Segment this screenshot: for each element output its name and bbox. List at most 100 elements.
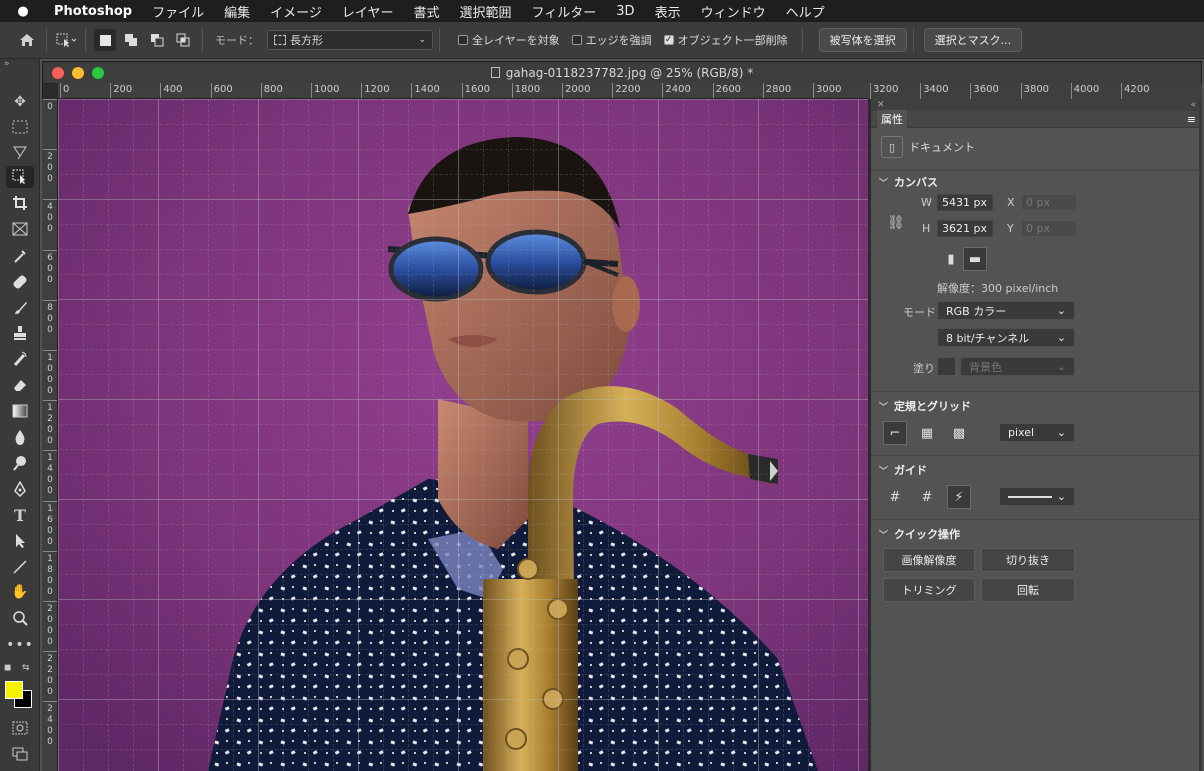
add-selection-button[interactable]: [120, 29, 142, 51]
blur-tool-icon[interactable]: [6, 426, 34, 448]
eraser-tool-icon[interactable]: [6, 374, 34, 396]
crop-button[interactable]: 切り抜き: [981, 548, 1075, 572]
object-selection-tool-icon[interactable]: [53, 28, 79, 52]
menu-edit[interactable]: 編集: [214, 2, 260, 21]
menu-view[interactable]: 表示: [645, 2, 691, 21]
guides-icon[interactable]: #: [883, 485, 907, 509]
smart-guides-icon[interactable]: ⚡: [947, 485, 971, 509]
quick-mask-icon[interactable]: [6, 717, 34, 739]
collapse-icon[interactable]: »: [4, 59, 10, 69]
link-icon[interactable]: ⛓: [887, 215, 905, 231]
menu-window[interactable]: ウィンドウ: [691, 2, 776, 21]
height-input[interactable]: 3621 px: [937, 220, 993, 237]
x-input[interactable]: 0 px: [1021, 194, 1077, 211]
menu-file[interactable]: ファイル: [142, 2, 214, 21]
menu-image[interactable]: イメージ: [260, 2, 332, 21]
zoom-tool-icon[interactable]: [6, 607, 34, 629]
select-subject-button[interactable]: 被写体を選択: [818, 28, 907, 52]
subtract-selection-button[interactable]: [146, 29, 168, 51]
ruler-tick: 1800: [511, 83, 540, 98]
lasso-tool-icon[interactable]: [6, 141, 34, 163]
eyedropper-tool-icon[interactable]: [6, 245, 34, 267]
type-tool-icon[interactable]: T: [6, 504, 34, 526]
ruler-toggle-icon[interactable]: ⌐: [883, 421, 907, 445]
mode-select[interactable]: 長方形 ⌄: [267, 30, 433, 50]
panel-scrollbar[interactable]: [1199, 99, 1202, 771]
image-size-button[interactable]: 画像解像度: [883, 548, 975, 572]
trim-button[interactable]: トリミング: [883, 578, 975, 602]
menu-type[interactable]: 書式: [404, 2, 450, 21]
menu-layer[interactable]: レイヤー: [332, 2, 404, 21]
default-colors-icon[interactable]: ◼: [4, 663, 11, 673]
ruler-tick: 2000: [562, 83, 590, 98]
gradient-tool-icon[interactable]: [6, 400, 34, 422]
new-selection-button[interactable]: [94, 29, 116, 51]
crop-tool-icon[interactable]: [6, 192, 34, 214]
section-canvas[interactable]: ﹀ カンバス: [871, 171, 1202, 193]
y-input[interactable]: 0 px: [1021, 220, 1077, 237]
hand-tool-icon[interactable]: ✋: [6, 581, 34, 603]
checkbox-box: [458, 35, 468, 45]
path-selection-tool-icon[interactable]: [6, 530, 34, 552]
color-mode-select[interactable]: RGB カラー ⌄: [937, 301, 1075, 320]
mode-label: モード: [903, 306, 936, 319]
chevron-down-icon: ⌄: [1056, 360, 1066, 373]
lock-guides-icon[interactable]: #: [915, 485, 939, 509]
object-selection-tool-icon[interactable]: [6, 166, 34, 188]
guide-style-select[interactable]: ⌄: [999, 487, 1075, 506]
section-quick-actions[interactable]: ﹀ クイック操作: [871, 523, 1202, 545]
landscape-orientation-icon[interactable]: ▬: [963, 247, 987, 271]
screen-mode-icon[interactable]: [6, 743, 34, 765]
rotate-button[interactable]: 回転: [981, 578, 1075, 602]
menu-select[interactable]: 選択範囲: [450, 2, 522, 21]
divider: [801, 28, 803, 52]
frame-tool-icon[interactable]: [6, 218, 34, 240]
vertical-ruler[interactable]: 0 200 400 600 800 1000 1200 1400 1600 1800 2000 220…: [42, 99, 58, 771]
menu-help[interactable]: ヘルプ: [776, 2, 835, 21]
more-tools-icon[interactable]: •••: [6, 634, 34, 656]
history-brush-tool-icon[interactable]: [6, 348, 34, 370]
select-and-mask-button[interactable]: 選択とマスク...: [923, 28, 1023, 52]
menu-filter[interactable]: フィルター: [522, 2, 607, 21]
transparency-grid-icon[interactable]: ▩: [947, 421, 971, 445]
menu-3d[interactable]: 3D: [606, 4, 644, 19]
collapse-panel-icon[interactable]: «: [1190, 100, 1196, 110]
section-guides[interactable]: ﹀ ガイド: [871, 459, 1202, 481]
marquee-tool-icon[interactable]: [6, 116, 34, 138]
brush-tool-icon[interactable]: [6, 297, 34, 319]
sample-all-layers-checkbox[interactable]: 全レイヤーを対象: [458, 32, 560, 48]
ruler-tick: 0: [43, 99, 57, 113]
home-icon[interactable]: [14, 28, 40, 52]
section-rulers-grid[interactable]: ﹀ 定規とグリッド: [871, 395, 1202, 417]
bit-depth-select[interactable]: 8 bit/チャンネル ⌄: [937, 328, 1075, 347]
horizontal-ruler[interactable]: 0 200 400 600 800 1000 1200 1400 1600 1800 2000 220…: [58, 83, 868, 99]
fill-swatch[interactable]: [937, 357, 956, 376]
portrait-orientation-icon[interactable]: ▮: [939, 247, 963, 271]
apple-icon[interactable]: ●: [0, 4, 46, 19]
foreground-color-swatch[interactable]: [5, 681, 23, 699]
tab-properties[interactable]: 属性: [877, 110, 907, 128]
dodge-tool-icon[interactable]: [6, 452, 34, 474]
section-quick-actions-label: クイック操作: [894, 528, 961, 541]
object-subtract-checkbox[interactable]: ✓ オブジェクト一部削除: [663, 32, 788, 48]
healing-brush-tool-icon[interactable]: [6, 271, 34, 293]
menu-photoshop[interactable]: Photoshop: [46, 4, 142, 19]
tools-panel: » ✥ T ✋ ••• ◼ ⇆: [0, 59, 40, 771]
enhance-edge-checkbox[interactable]: エッジを強調: [571, 32, 652, 48]
stamp-tool-icon[interactable]: [6, 322, 34, 344]
grid-toggle-icon[interactable]: ▦: [915, 421, 939, 445]
fill-label: 塗り: [913, 362, 935, 375]
ruler-tick: 1600: [461, 83, 490, 98]
swap-colors-icon[interactable]: ⇆: [22, 663, 30, 673]
width-input[interactable]: 5431 px: [937, 194, 993, 211]
unit-select[interactable]: pixel ⌄: [999, 423, 1075, 442]
move-tool-icon[interactable]: ✥: [6, 91, 34, 113]
pen-tool-icon[interactable]: [6, 478, 34, 500]
line-tool-icon[interactable]: [6, 556, 34, 578]
close-panel-icon[interactable]: ✕: [877, 100, 885, 110]
panel-menu-icon[interactable]: ≡: [1187, 113, 1196, 126]
fill-select[interactable]: 背景色 ⌄: [960, 357, 1075, 376]
intersect-selection-button[interactable]: [172, 29, 194, 51]
canvas[interactable]: [58, 99, 868, 771]
divider: [871, 519, 1201, 520]
